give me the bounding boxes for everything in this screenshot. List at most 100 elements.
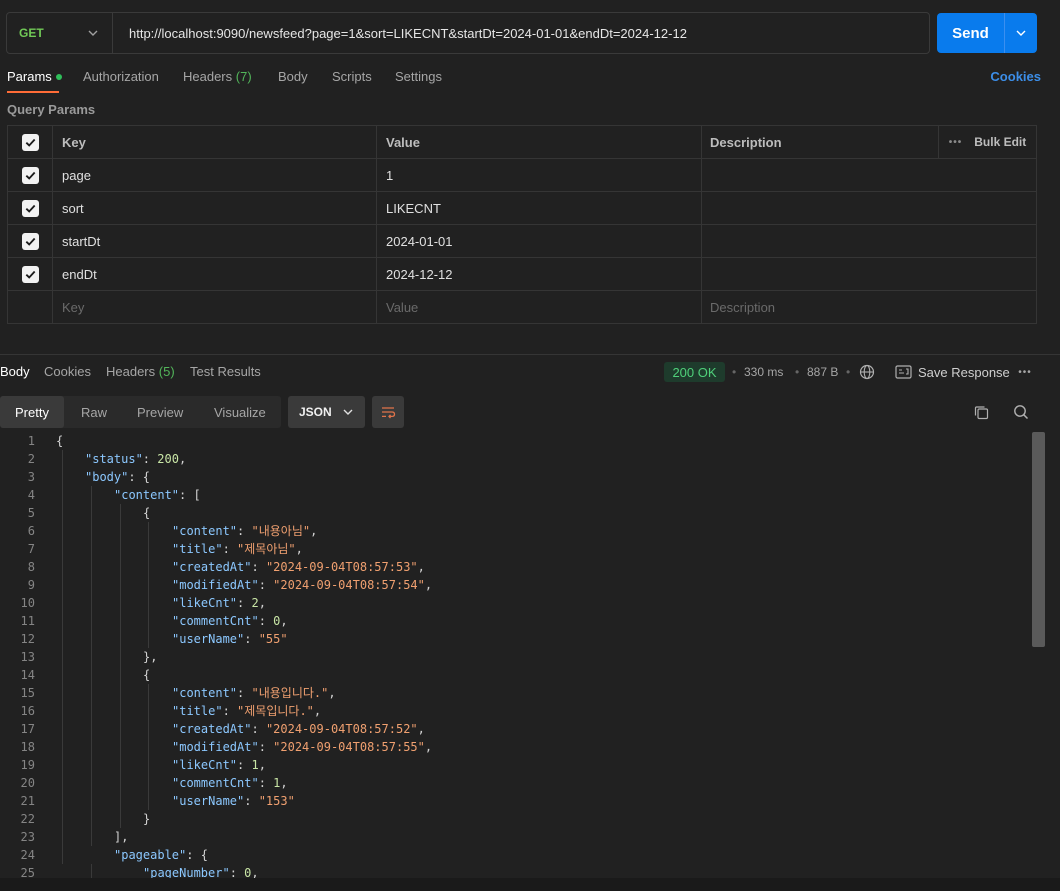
request-tabs: Params Authorization Headers (7) Body Sc… <box>0 62 1060 94</box>
param-checkbox[interactable] <box>21 199 39 217</box>
line-number: 1 <box>27 434 35 448</box>
code-line: 14 { <box>0 666 1030 684</box>
response-body-code[interactable]: 1{2 "status": 200, 3 "body": {4 "content": [… <box>0 432 1030 878</box>
tab-raw[interactable]: Raw <box>81 396 107 428</box>
response-time[interactable]: 330 ms <box>744 365 783 379</box>
param-description[interactable] <box>702 159 1036 191</box>
code-line: 11 "commentCnt": 0, <box>0 612 1030 630</box>
code-text: "pageNumber": 0, <box>143 866 259 878</box>
code-text: "modifiedAt": "2024-09-04T08:57:55", <box>172 740 433 754</box>
code-line: 3 "body": { <box>0 468 1030 486</box>
param-description[interactable] <box>702 258 1036 290</box>
params-indicator-dot <box>55 74 62 80</box>
pane-divider[interactable] <box>0 354 1060 355</box>
new-param-row: Key Value Description <box>8 291 1036 324</box>
code-line: 1{ <box>0 432 1030 450</box>
param-key[interactable]: endDt <box>53 258 377 290</box>
code-line: 24 "pageable": { <box>0 846 1030 864</box>
code-line: 12 "userName": "55" <box>0 630 1030 648</box>
wrap-lines-button[interactable] <box>372 396 404 428</box>
search-icon[interactable] <box>1012 403 1030 421</box>
param-value[interactable]: LIKECNT <box>377 192 702 224</box>
url-input[interactable]: http://localhost:9090/newsfeed?page=1&so… <box>113 26 929 41</box>
save-response-button[interactable]: Save Response <box>895 361 1010 383</box>
tab-visualize[interactable]: Visualize <box>214 396 266 428</box>
new-param-value-input[interactable]: Value <box>377 291 702 324</box>
column-header-description: Description <box>710 134 782 150</box>
tab-pretty[interactable]: Pretty <box>0 396 64 428</box>
globe-icon[interactable] <box>858 363 876 381</box>
column-header-value: Value <box>377 126 702 158</box>
param-value[interactable]: 2024-12-12 <box>377 258 702 290</box>
bulk-edit-button[interactable]: ••• Bulk Edit <box>938 126 1036 158</box>
line-number: 25 <box>20 866 35 878</box>
method-select[interactable]: GET <box>7 13 113 53</box>
code-text: "content": [ <box>114 488 201 502</box>
status-badge[interactable]: 200 OK <box>664 362 725 382</box>
tab-authorization[interactable]: Authorization <box>83 69 159 84</box>
code-text: "title": "제목아님", <box>172 542 303 556</box>
scrollbar-thumb[interactable] <box>1032 432 1045 647</box>
code-line: 19 "likeCnt": 1, <box>0 756 1030 774</box>
format-select[interactable]: JSON <box>288 396 365 428</box>
code-text: "userName": "153" <box>172 794 295 808</box>
code-text: "pageable": { <box>114 848 208 862</box>
code-line: 25 "pageNumber": 0, <box>0 864 1030 878</box>
tab-response-headers[interactable]: Headers (5) <box>106 364 175 379</box>
code-text: } <box>143 812 151 826</box>
param-checkbox[interactable] <box>21 166 39 184</box>
select-all-checkbox[interactable] <box>21 133 39 151</box>
param-checkbox[interactable] <box>21 232 39 250</box>
more-icon: ••• <box>948 136 963 148</box>
check-icon <box>25 171 35 180</box>
send-dropdown-button[interactable] <box>1004 13 1037 53</box>
tab-test-results[interactable]: Test Results <box>190 364 261 379</box>
param-description[interactable] <box>702 192 1036 224</box>
indent-guide <box>120 504 121 828</box>
line-number: 5 <box>27 506 35 520</box>
code-text: }, <box>143 650 158 664</box>
copy-icon[interactable] <box>972 403 990 421</box>
param-key[interactable]: page <box>53 159 377 191</box>
param-key[interactable]: sort <box>53 192 377 224</box>
line-number: 12 <box>20 632 35 646</box>
check-icon <box>25 237 35 246</box>
param-value[interactable]: 2024-01-01 <box>377 225 702 257</box>
tab-preview[interactable]: Preview <box>137 396 183 428</box>
code-line: 2 "status": 200, <box>0 450 1030 468</box>
code-line: 8 "createdAt": "2024-09-04T08:57:53", <box>0 558 1030 576</box>
tab-response-cookies[interactable]: Cookies <box>44 364 91 379</box>
table-row: page 1 <box>8 159 1036 192</box>
tab-scripts[interactable]: Scripts <box>332 69 372 84</box>
send-button[interactable]: Send <box>937 13 1004 53</box>
save-icon <box>895 365 912 379</box>
request-bar: GET http://localhost:9090/newsfeed?page=… <box>6 12 930 54</box>
code-line: 23], <box>0 828 1030 846</box>
code-text: "createdAt": "2024-09-04T08:57:53", <box>172 560 425 574</box>
line-number: 15 <box>20 686 35 700</box>
cookies-link[interactable]: Cookies <box>990 69 1041 84</box>
code-line: 10 "likeCnt": 2, <box>0 594 1030 612</box>
code-line: 20 "commentCnt": 1, <box>0 774 1030 792</box>
tab-headers[interactable]: Headers (7) <box>183 69 252 84</box>
tab-body[interactable]: Body <box>278 69 308 84</box>
code-text: "modifiedAt": "2024-09-04T08:57:54", <box>172 578 433 592</box>
code-text: { <box>143 668 151 682</box>
tab-response-body[interactable]: Body <box>0 364 30 379</box>
new-param-key-input[interactable]: Key <box>53 291 377 324</box>
new-param-description-input[interactable]: Description <box>702 291 1036 324</box>
active-tab-underline <box>7 91 59 93</box>
param-value[interactable]: 1 <box>377 159 702 191</box>
code-text: "body": { <box>85 470 151 484</box>
tab-settings[interactable]: Settings <box>395 69 442 84</box>
tab-params[interactable]: Params <box>7 69 62 84</box>
param-key[interactable]: startDt <box>53 225 377 257</box>
param-checkbox[interactable] <box>21 265 39 283</box>
line-number: 10 <box>20 596 35 610</box>
more-icon[interactable]: ••• <box>1016 363 1034 381</box>
code-text: "likeCnt": 1, <box>172 758 266 772</box>
wrap-icon <box>382 407 396 419</box>
response-size[interactable]: 887 B <box>807 365 838 379</box>
param-description[interactable] <box>702 225 1036 257</box>
chevron-down-icon <box>88 28 98 39</box>
